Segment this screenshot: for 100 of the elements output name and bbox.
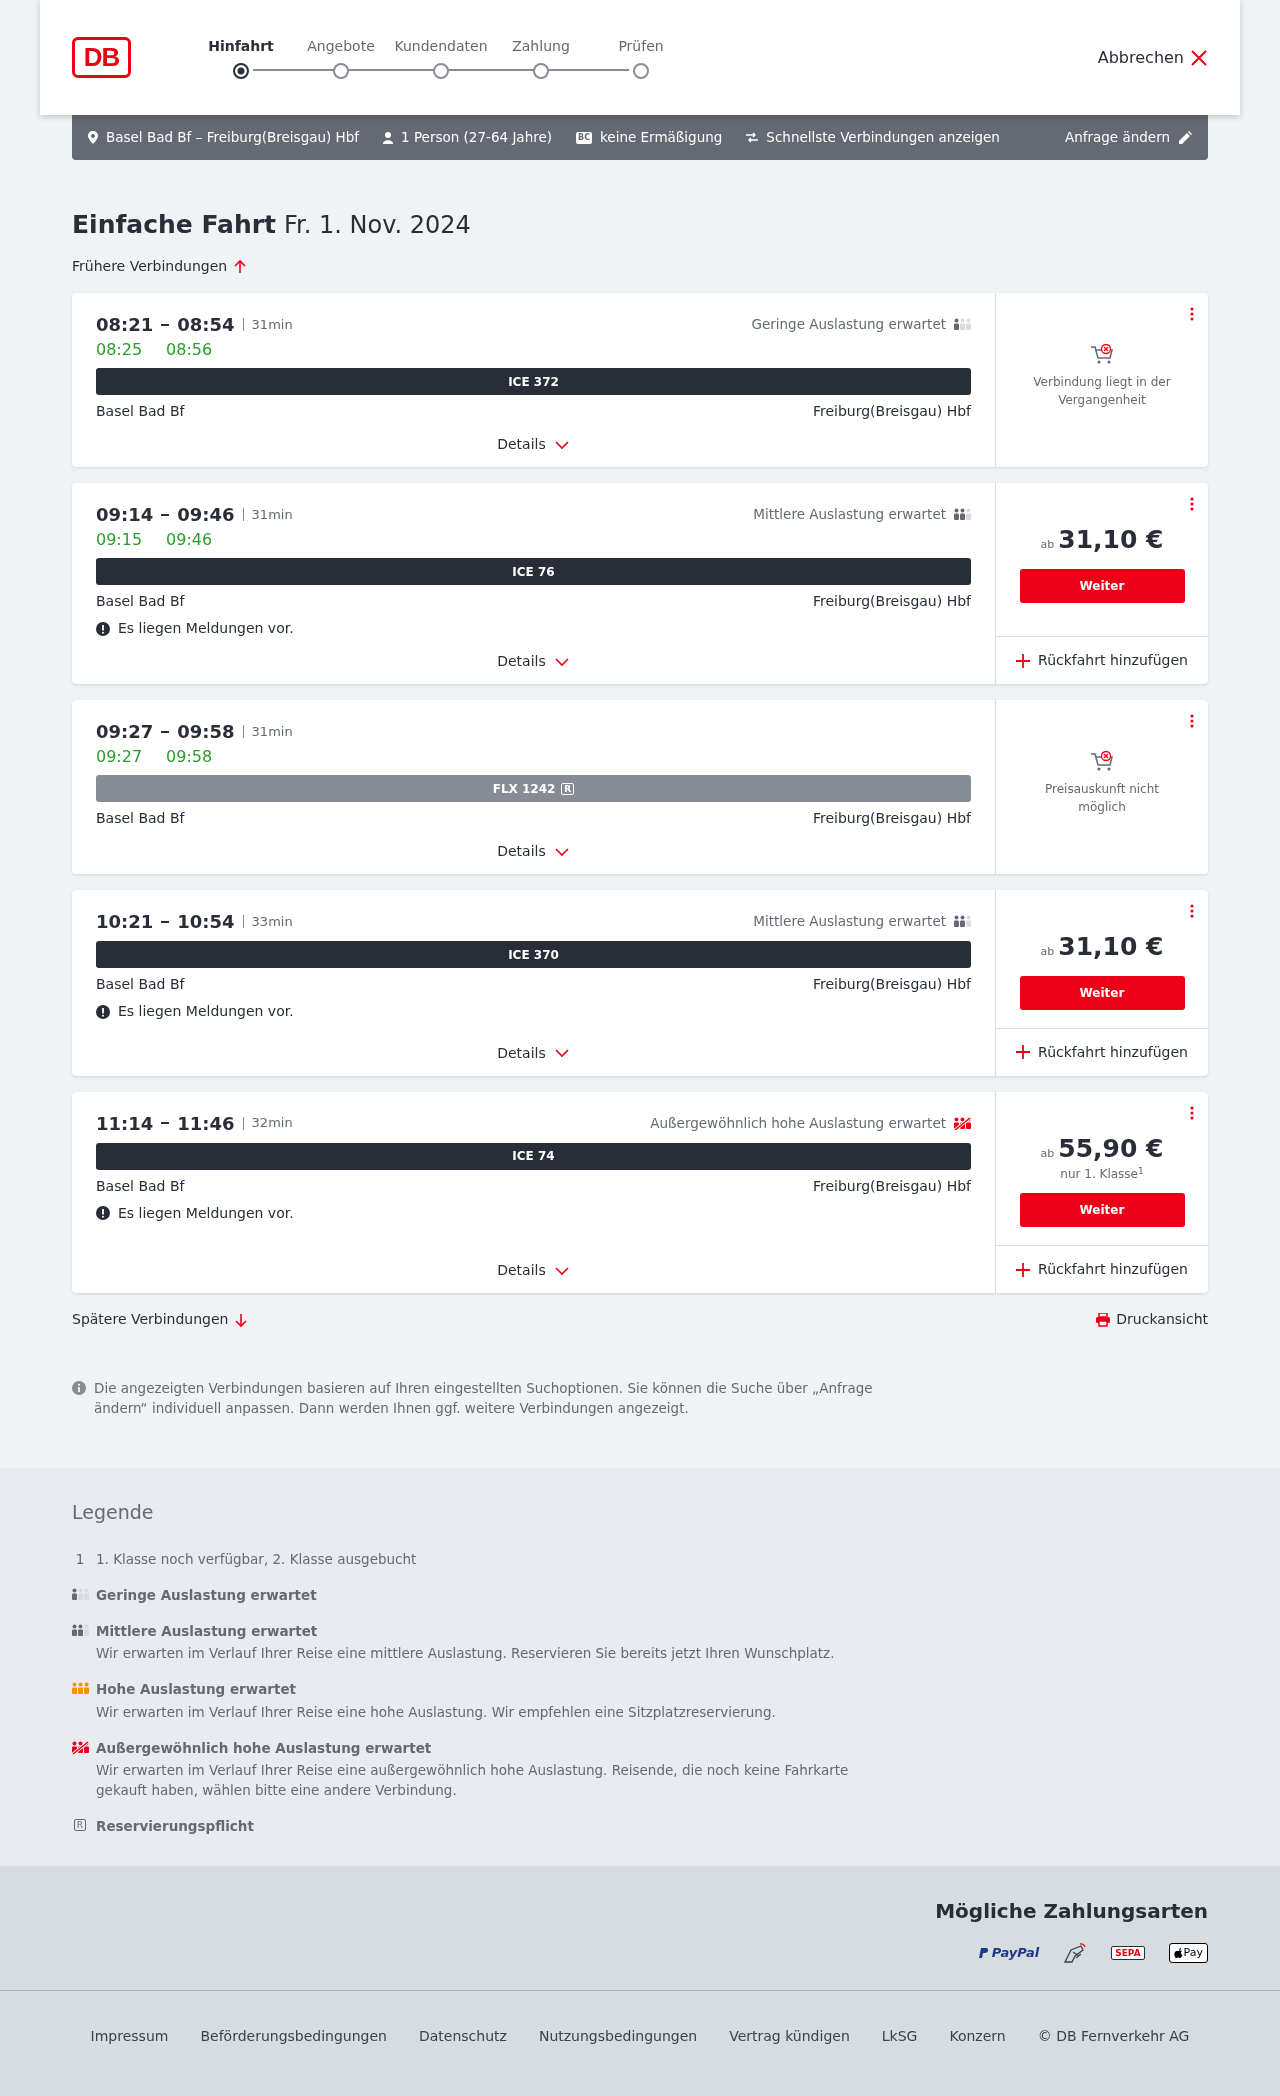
change-request-link[interactable]: Anfrage ändern — [1064, 127, 1192, 148]
later-connections-link[interactable]: Spätere Verbindungen — [72, 1309, 249, 1330]
origin-station: Basel Bad Bf — [96, 809, 185, 828]
departure-time: 08:21 — [96, 313, 154, 337]
passengers-text: 1 Person (27-64 Jahre) — [401, 128, 553, 148]
footer-link[interactable]: Impressum — [90, 2025, 169, 2047]
arrow-down-icon — [234, 1311, 249, 1328]
offer-unavailable-text: Preisauskunft nicht möglich — [1043, 781, 1160, 816]
message-text: Es liegen Meldungen vor. — [118, 619, 294, 638]
details-link[interactable]: Details — [497, 1030, 570, 1064]
reservation-icon: R — [561, 782, 575, 795]
legend-item-title: Mittlere Auslastung erwartet — [96, 1622, 319, 1641]
footer-link[interactable]: Datenschutz — [419, 2025, 507, 2047]
earlier-connections-link[interactable]: Frühere Verbindungen — [72, 256, 248, 277]
route-text: Basel Bad Bf – Freiburg(Breisgau) Hbf — [106, 128, 360, 148]
destination-station: Freiburg(Breisgau) Hbf — [812, 809, 971, 828]
footer-link[interactable]: Konzern — [949, 2025, 1006, 2047]
more-options-icon[interactable] — [1190, 1105, 1194, 1120]
price-prefix: ab — [1040, 1145, 1055, 1162]
cart-icon — [1090, 750, 1114, 772]
details-link[interactable]: Details — [497, 829, 570, 862]
bahncard-icon: BC — [576, 131, 592, 144]
train-name: ICE 372 — [508, 373, 559, 391]
duration-text: 31min — [251, 505, 293, 524]
printer-icon — [1096, 1312, 1111, 1327]
alert-icon — [96, 1206, 110, 1220]
duration-text: 31min — [251, 315, 293, 334]
step-label: Hinfahrt — [208, 37, 274, 56]
info-paragraph: Die angezeigten Verbindungen basieren auf Ihren eingestellten Suchoptionen. Sie können die Suche über „Anfrage ändern“ individuell anpassen. Dann werden Ihnen ggf. weitere Verbindungen angezeigt. — [94, 1379, 874, 1418]
plus-icon — [1016, 653, 1031, 668]
occupancy-icon — [71, 1740, 89, 1754]
add-return-trip-link[interactable]: Rückfahrt hinzufügen — [1016, 1259, 1188, 1280]
occupancy-icon — [71, 1587, 89, 1601]
details-link[interactable]: Details — [497, 422, 570, 455]
step-dot[interactable] — [433, 63, 449, 79]
realtime-departure: 09:15 — [96, 529, 143, 551]
plus-icon — [1016, 1045, 1031, 1059]
cancel-link[interactable]: Abbrechen — [1097, 45, 1208, 70]
db-logo[interactable]: DB — [72, 37, 131, 78]
more-options-icon[interactable] — [1190, 497, 1194, 511]
more-options-icon[interactable] — [1190, 714, 1194, 728]
occupancy-icon — [954, 1116, 971, 1130]
origin-station: Basel Bad Bf — [96, 975, 185, 994]
arrival-time: 11:46 — [177, 1111, 235, 1136]
arrival-time: 09:58 — [177, 720, 235, 744]
step-dot[interactable] — [533, 63, 549, 79]
departure-time: 11:14 — [96, 1111, 154, 1136]
footer-link[interactable]: Vertrag kündigen — [729, 2025, 850, 2047]
more-options-icon[interactable] — [1190, 904, 1194, 918]
continue-button[interactable]: Weiter — [1019, 975, 1185, 1010]
train-name: FLX 1242 — [492, 780, 556, 798]
continue-button[interactable]: Weiter — [1019, 1193, 1185, 1227]
legend-item-title: Reservierungspflicht — [96, 1816, 254, 1836]
message-text: Es liegen Meldungen vor. — [118, 1203, 294, 1223]
arrival-time: 08:54 — [177, 313, 235, 337]
more-options-icon[interactable] — [1190, 307, 1194, 321]
occupancy-icon — [954, 508, 971, 521]
occupancy-icon — [954, 915, 971, 928]
price-text: 31,10 € — [1058, 931, 1164, 963]
step-label: Kundendaten — [394, 37, 488, 56]
departure-time: 10:21 — [96, 910, 154, 934]
footer-link[interactable]: © DB Fernverkehr AG — [1037, 2025, 1190, 2047]
price-prefix: ab — [1040, 944, 1055, 960]
footer-link[interactable]: LkSG — [881, 2025, 918, 2047]
details-link[interactable]: Details — [497, 639, 570, 672]
occupancy-icon — [71, 1682, 89, 1696]
location-pin-icon — [88, 131, 98, 144]
destination-station: Freiburg(Breisgau) Hbf — [812, 592, 971, 611]
chevron-down-icon — [553, 439, 570, 450]
step-dot[interactable] — [233, 63, 249, 79]
swap-icon — [746, 132, 759, 143]
add-return-trip-link[interactable]: Rückfahrt hinzufügen — [1016, 650, 1188, 671]
footer-link[interactable]: Nutzungsbedingungen — [538, 2025, 698, 2047]
option-text: Schnellste Verbindungen anzeigen — [766, 128, 1000, 148]
step-dot[interactable] — [333, 63, 349, 79]
message-text: Es liegen Meldungen vor. — [118, 1002, 294, 1021]
legend-item-text: Wir erwarten im Verlauf Ihrer Reise eine außergewöhnlich hohe Auslastung. Reisende, die noch keine Fahrkarte gekauft haben, wählen bitte eine andere Verbindung. — [96, 1760, 850, 1800]
reservation-icon: R — [73, 1818, 87, 1831]
train-name: ICE 370 — [508, 946, 559, 964]
offer-unavailable-text: Verbindung liegt in der Vergangenheit — [1032, 374, 1172, 409]
plus-icon — [1016, 1262, 1031, 1277]
footnote-marker: 1 — [75, 1549, 85, 1569]
footer-link[interactable]: Beförderungsbedingungen — [200, 2025, 387, 2047]
occupancy-text: Mittlere Auslastung erwartet — [753, 505, 946, 525]
occupancy-text: Geringe Auslastung erwartet — [751, 315, 946, 335]
arrival-time: 10:54 — [177, 910, 235, 934]
train-name: ICE 74 — [512, 1148, 555, 1165]
page-title: Einfache Fahrt — [72, 210, 277, 239]
cart-icon — [1090, 343, 1114, 365]
destination-station: Freiburg(Breisgau) Hbf — [812, 1176, 971, 1196]
add-return-trip-link[interactable]: Rückfahrt hinzufügen — [1016, 1041, 1188, 1063]
chevron-down-icon — [553, 1048, 570, 1058]
departure-time: 09:14 — [96, 503, 154, 527]
continue-button[interactable]: Weiter — [1019, 568, 1185, 603]
print-view-link[interactable]: Druckansicht — [1096, 1309, 1208, 1330]
person-icon — [383, 131, 394, 144]
details-link[interactable]: Details — [497, 1248, 570, 1281]
step-dot[interactable] — [633, 63, 649, 79]
legend-item-title: 1. Klasse noch verfügbar, 2. Klasse ausgebucht — [96, 1549, 417, 1569]
origin-station: Basel Bad Bf — [96, 592, 185, 611]
